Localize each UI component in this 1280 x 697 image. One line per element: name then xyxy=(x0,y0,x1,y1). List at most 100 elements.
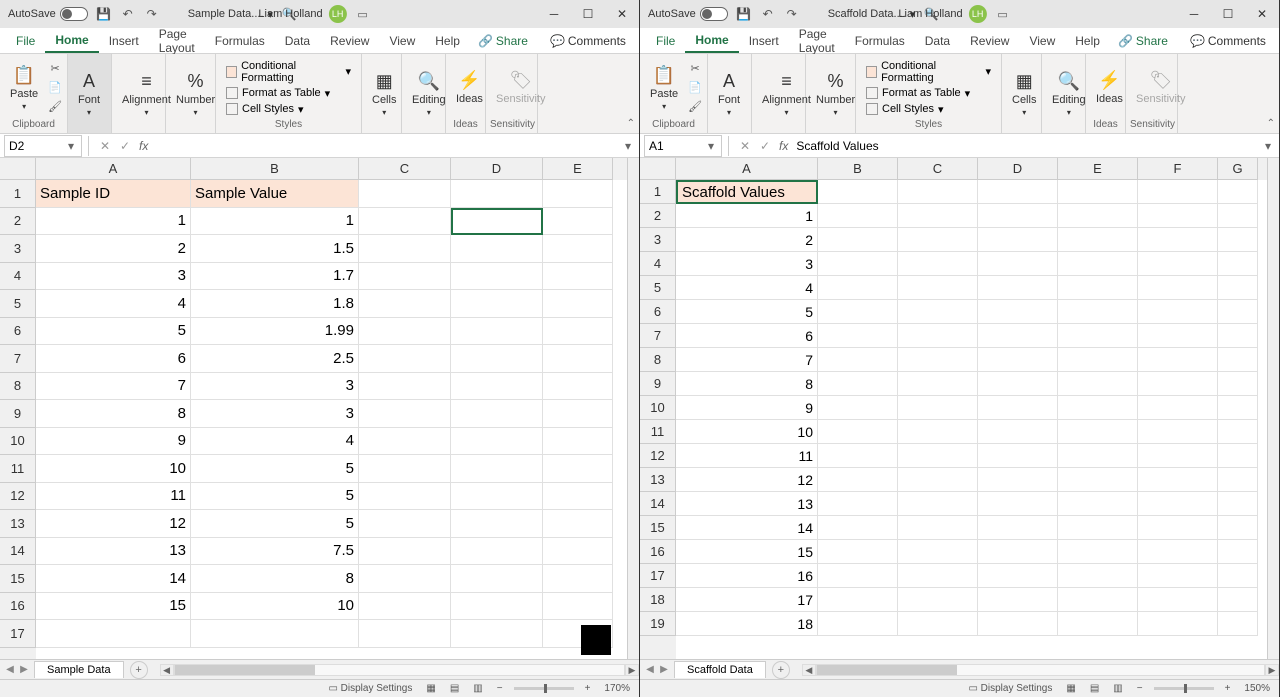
cell-C9[interactable] xyxy=(898,372,978,396)
cell-B13[interactable]: 5 xyxy=(191,510,359,538)
column-header-E[interactable]: E xyxy=(1058,158,1138,180)
cell-E15[interactable] xyxy=(1058,516,1138,540)
row-header-5[interactable]: 5 xyxy=(0,290,36,318)
tab-next-icon[interactable]: ▶ xyxy=(18,664,30,675)
cell-E14[interactable] xyxy=(543,538,613,566)
cell-C8[interactable] xyxy=(359,373,451,401)
cell-C12[interactable] xyxy=(898,444,978,468)
tab-prev-icon[interactable]: ◀ xyxy=(4,664,16,675)
cell-D14[interactable] xyxy=(451,538,543,566)
menu-insert[interactable]: Insert xyxy=(99,30,149,52)
cell-E19[interactable] xyxy=(1058,612,1138,636)
cell-E1[interactable] xyxy=(543,180,613,208)
user-avatar[interactable]: LH xyxy=(329,5,347,23)
cell-D10[interactable] xyxy=(978,396,1058,420)
menu-file[interactable]: File xyxy=(646,30,685,52)
redo-icon[interactable]: ↷ xyxy=(784,6,800,22)
cell-A13[interactable]: 12 xyxy=(676,468,818,492)
cell-D10[interactable] xyxy=(451,428,543,456)
cell-E12[interactable] xyxy=(1058,444,1138,468)
column-header-G[interactable]: G xyxy=(1218,158,1258,180)
row-header-10[interactable]: 10 xyxy=(0,428,36,456)
column-header-D[interactable]: D xyxy=(451,158,543,180)
cell-A17[interactable] xyxy=(36,620,191,648)
cell-B2[interactable]: 1 xyxy=(191,208,359,236)
ideas-button[interactable]: ⚡Ideas xyxy=(450,68,489,107)
cell-A19[interactable]: 18 xyxy=(676,612,818,636)
cell-B2[interactable] xyxy=(818,204,898,228)
ribbon-mode-icon[interactable]: ▭ xyxy=(993,6,1013,22)
cell-E8[interactable] xyxy=(543,373,613,401)
cell-D17[interactable] xyxy=(451,620,543,648)
cell-A5[interactable]: 4 xyxy=(36,290,191,318)
cell-A18[interactable]: 17 xyxy=(676,588,818,612)
column-header-A[interactable]: A xyxy=(676,158,818,180)
conditional-formatting-button[interactable]: Conditional Formatting ▾ xyxy=(222,59,355,85)
cell-C4[interactable] xyxy=(359,263,451,291)
sensitivity-button[interactable]: 🏷Sensitivity xyxy=(1130,68,1192,107)
cell-F6[interactable] xyxy=(1138,300,1218,324)
autosave-toggle[interactable]: AutoSave xyxy=(8,7,88,21)
cell-G18[interactable] xyxy=(1218,588,1258,612)
row-header-5[interactable]: 5 xyxy=(640,276,676,300)
cell-C1[interactable] xyxy=(359,180,451,208)
cell-E4[interactable] xyxy=(543,263,613,291)
menu-help[interactable]: Help xyxy=(1065,30,1110,52)
cell-G1[interactable] xyxy=(1218,180,1258,204)
cell-D12[interactable] xyxy=(451,483,543,511)
menu-insert[interactable]: Insert xyxy=(739,30,789,52)
menu-formulas[interactable]: Formulas xyxy=(845,30,915,52)
name-box[interactable]: D2▾ xyxy=(4,135,82,157)
cell-E11[interactable] xyxy=(543,455,613,483)
cell-D4[interactable] xyxy=(451,263,543,291)
cell-G11[interactable] xyxy=(1218,420,1258,444)
number-group-button[interactable]: %Number▾ xyxy=(810,69,861,119)
row-header-11[interactable]: 11 xyxy=(640,420,676,444)
formula-input[interactable]: Scaffold Values xyxy=(792,139,1261,153)
column-header-B[interactable]: B xyxy=(191,158,359,180)
sensitivity-button[interactable]: 🏷Sensitivity xyxy=(490,68,552,107)
view-page-layout-icon[interactable]: ▤ xyxy=(447,683,462,694)
cell-G16[interactable] xyxy=(1218,540,1258,564)
cell-G2[interactable] xyxy=(1218,204,1258,228)
cell-D18[interactable] xyxy=(978,588,1058,612)
cell-E4[interactable] xyxy=(1058,252,1138,276)
cell-A5[interactable]: 4 xyxy=(676,276,818,300)
row-header-18[interactable]: 18 xyxy=(640,588,676,612)
cell-B6[interactable] xyxy=(818,300,898,324)
row-header-12[interactable]: 12 xyxy=(640,444,676,468)
row-header-1[interactable]: 1 xyxy=(0,180,36,208)
cell-C7[interactable] xyxy=(898,324,978,348)
cell-C5[interactable] xyxy=(898,276,978,300)
cell-D9[interactable] xyxy=(451,400,543,428)
ribbon-mode-icon[interactable]: ▭ xyxy=(353,6,373,22)
cell-A14[interactable]: 13 xyxy=(676,492,818,516)
horizontal-scrollbar[interactable]: ◀▶ xyxy=(802,664,1279,676)
cell-F12[interactable] xyxy=(1138,444,1218,468)
cell-D6[interactable] xyxy=(978,300,1058,324)
cell-E5[interactable] xyxy=(1058,276,1138,300)
maximize-button[interactable]: ☐ xyxy=(1211,0,1245,28)
cell-G6[interactable] xyxy=(1218,300,1258,324)
font-group-button[interactable]: AFont▾ xyxy=(712,69,746,119)
cell-C13[interactable] xyxy=(898,468,978,492)
cell-E11[interactable] xyxy=(1058,420,1138,444)
cell-C2[interactable] xyxy=(898,204,978,228)
save-icon[interactable]: 💾 xyxy=(96,6,112,22)
cell-F15[interactable] xyxy=(1138,516,1218,540)
cell-C9[interactable] xyxy=(359,400,451,428)
cell-A16[interactable]: 15 xyxy=(676,540,818,564)
cell-D15[interactable] xyxy=(451,565,543,593)
row-header-9[interactable]: 9 xyxy=(0,400,36,428)
cell-E10[interactable] xyxy=(543,428,613,456)
menu-help[interactable]: Help xyxy=(425,30,470,52)
cell-E5[interactable] xyxy=(543,290,613,318)
save-icon[interactable]: 💾 xyxy=(736,6,752,22)
row-header-17[interactable]: 17 xyxy=(0,620,36,648)
cell-A8[interactable]: 7 xyxy=(36,373,191,401)
user-name[interactable]: Liam Holland xyxy=(898,8,962,20)
menu-home[interactable]: Home xyxy=(45,29,98,53)
cell-D5[interactable] xyxy=(978,276,1058,300)
cell-D9[interactable] xyxy=(978,372,1058,396)
cut-icon[interactable]: ✂ xyxy=(686,60,704,78)
